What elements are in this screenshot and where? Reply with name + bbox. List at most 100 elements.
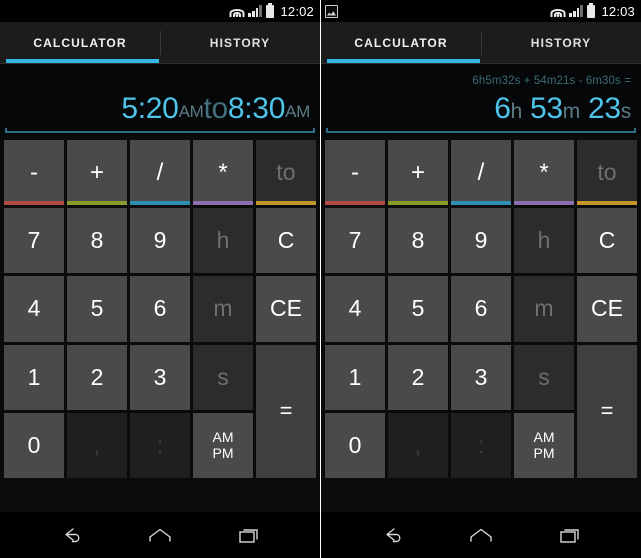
tab-bar: CALCULATOR HISTORY xyxy=(321,22,641,64)
key-label: = xyxy=(600,398,614,424)
recents-icon[interactable] xyxy=(229,520,269,550)
key-label-line: AM xyxy=(533,429,555,446)
tab-label: CALCULATOR xyxy=(354,36,448,50)
key-ampm[interactable]: AM PM xyxy=(514,412,574,478)
key-2[interactable]: 2 xyxy=(388,344,448,410)
calculator-display[interactable]: 5:20AMto8:30AM xyxy=(0,64,320,136)
keypad-bottom-filler xyxy=(321,478,641,512)
key-5[interactable]: 5 xyxy=(388,276,448,342)
key-equals[interactable]: = xyxy=(256,344,316,478)
display-segment: to xyxy=(203,92,228,125)
key-hours: h xyxy=(514,208,574,274)
key-seconds: s xyxy=(514,344,574,410)
home-icon[interactable] xyxy=(461,520,501,550)
display-underline xyxy=(5,128,315,133)
key-8[interactable]: 8 xyxy=(388,208,448,274)
key-label: to xyxy=(276,159,296,186)
key-multiply[interactable]: * xyxy=(193,140,253,206)
key-label: + xyxy=(89,158,104,186)
key-3[interactable]: 3 xyxy=(451,344,511,410)
tab-label: HISTORY xyxy=(530,36,592,50)
key-divide[interactable]: / xyxy=(451,140,511,206)
key-label: 5 xyxy=(411,295,425,322)
key-accent-bar xyxy=(256,201,316,206)
key-1[interactable]: 1 xyxy=(4,344,64,410)
signal-icon xyxy=(248,5,262,17)
key-label: s xyxy=(538,363,550,390)
tab-history[interactable]: HISTORY xyxy=(160,22,320,64)
key-divide[interactable]: / xyxy=(130,140,190,206)
key-4[interactable]: 4 xyxy=(325,276,385,342)
key-label: 7 xyxy=(348,227,362,254)
calculator-display[interactable]: 6h5m32s + 54m21s - 6m30s = 6h 53m 23s xyxy=(321,64,641,136)
key-seconds: s xyxy=(193,344,253,410)
tab-history[interactable]: HISTORY xyxy=(481,22,641,64)
key-minutes: m xyxy=(514,276,574,342)
key-label: 4 xyxy=(348,295,362,322)
back-icon[interactable] xyxy=(51,520,91,550)
key-ampm[interactable]: AM PM xyxy=(193,412,253,478)
key-7[interactable]: 7 xyxy=(4,208,64,274)
phone-panel-left: 12:02 CALCULATOR HISTORY 5:20AMto8:30AM - + / *… xyxy=(0,0,320,558)
key-label: : xyxy=(477,431,485,458)
key-multiply[interactable]: * xyxy=(514,140,574,206)
key-label: = xyxy=(279,398,293,424)
key-9[interactable]: 9 xyxy=(130,208,190,274)
status-bar: 12:02 xyxy=(0,0,320,22)
phone-panel-right: 12:03 CALCULATOR HISTORY 6h5m32s + 54m21s -… xyxy=(321,0,641,558)
key-label: 1 xyxy=(348,363,362,390)
key-2[interactable]: 2 xyxy=(67,344,127,410)
key-clear-entry[interactable]: CE xyxy=(577,276,637,342)
key-minus[interactable]: - xyxy=(325,140,385,206)
display-underline xyxy=(326,128,636,133)
key-label: 5 xyxy=(90,295,104,322)
android-navigation-bar xyxy=(321,512,641,558)
key-5[interactable]: 5 xyxy=(67,276,127,342)
display-segment: 8:30 xyxy=(227,92,286,125)
key-to: to xyxy=(256,140,316,206)
key-minus[interactable]: - xyxy=(4,140,64,206)
status-bar-clock: 12:03 xyxy=(601,3,635,19)
home-icon[interactable] xyxy=(140,520,180,550)
tab-calculator[interactable]: CALCULATOR xyxy=(321,22,481,64)
tab-bar: CALCULATOR HISTORY xyxy=(0,22,320,64)
key-1[interactable]: 1 xyxy=(325,344,385,410)
recents-icon[interactable] xyxy=(550,520,590,550)
display-segment: AM xyxy=(178,102,204,121)
key-label: to xyxy=(597,159,617,186)
key-6[interactable]: 6 xyxy=(130,276,190,342)
key-0[interactable]: 0 xyxy=(325,412,385,478)
key-label: CE xyxy=(591,295,623,322)
key-3[interactable]: 3 xyxy=(130,344,190,410)
key-clear[interactable]: C xyxy=(256,208,316,274)
key-label: 6 xyxy=(474,295,488,322)
back-icon[interactable] xyxy=(372,520,412,550)
display-value: 5:20AMto8:30AM xyxy=(121,89,314,136)
status-bar-right: 12:02 xyxy=(229,4,314,19)
key-hours: h xyxy=(193,208,253,274)
key-accent-bar xyxy=(130,201,190,206)
key-6[interactable]: 6 xyxy=(451,276,511,342)
screenshot-stage: 12:02 CALCULATOR HISTORY 5:20AMto8:30AM - + / *… xyxy=(0,0,641,558)
status-bar-left xyxy=(325,4,550,18)
key-clear[interactable]: C xyxy=(577,208,637,274)
tab-calculator[interactable]: CALCULATOR xyxy=(0,22,160,64)
key-8[interactable]: 8 xyxy=(67,208,127,274)
key-label: 0 xyxy=(348,431,362,458)
display-expression: 6h5m32s + 54m21s - 6m30s = xyxy=(472,75,631,87)
key-4[interactable]: 4 xyxy=(4,276,64,342)
key-0[interactable]: 0 xyxy=(4,412,64,478)
signal-icon xyxy=(569,5,583,17)
key-equals[interactable]: = xyxy=(577,344,637,478)
display-value: 6h 53m 23s xyxy=(494,89,635,136)
display-expression xyxy=(310,73,314,89)
key-plus[interactable]: + xyxy=(67,140,127,206)
key-label: 1 xyxy=(27,363,41,390)
key-9[interactable]: 9 xyxy=(451,208,511,274)
key-clear-entry[interactable]: CE xyxy=(256,276,316,342)
key-plus[interactable]: + xyxy=(388,140,448,206)
key-7[interactable]: 7 xyxy=(325,208,385,274)
key-label: s xyxy=(217,363,229,390)
key-label: 7 xyxy=(27,227,41,254)
key-label: / xyxy=(156,158,164,186)
